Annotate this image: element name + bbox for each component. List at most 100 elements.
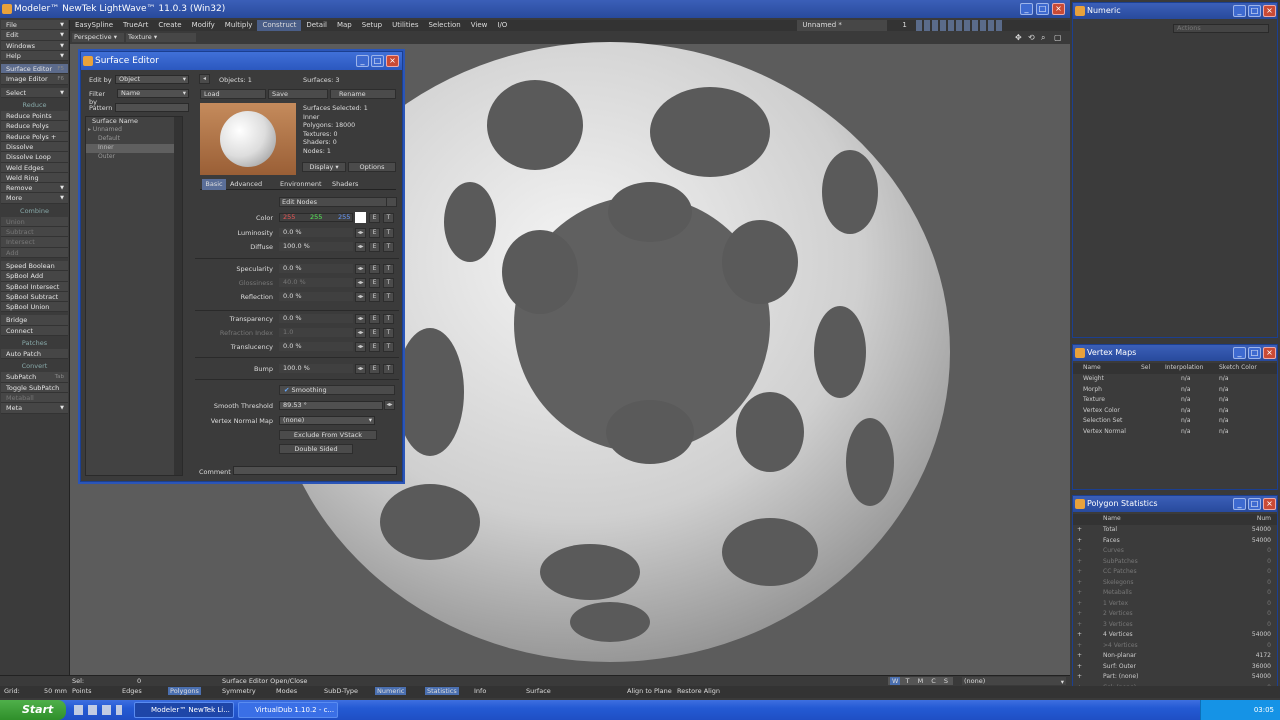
tab-view[interactable]: View [466,20,493,31]
remove-menu[interactable]: Remove ▼ [1,183,68,194]
edit-nodes-button[interactable]: Edit Nodes [279,197,387,207]
vmaps-minimize-button[interactable]: _ [1233,347,1246,359]
param-input[interactable]: 0.0 % [279,228,353,237]
pstats-maximize-button[interactable]: □ [1248,498,1261,510]
tab-selection[interactable]: Selection [423,20,465,31]
pstat-row[interactable]: + Faces 54000 [1073,536,1277,547]
pstat-row[interactable]: + Total 54000 [1073,525,1277,536]
dissolve-loop-button[interactable]: Dissolve Loop [1,152,68,163]
exclude-vstack-button[interactable]: Exclude From VStack [279,430,377,440]
color-env-button[interactable]: E [369,213,380,223]
image-editor-button[interactable]: Image Editor F6 [1,74,68,85]
statistics-button[interactable]: Statistics [425,687,459,695]
param-stepper[interactable]: ◂▸ [355,342,366,352]
tab-basic[interactable]: Basic [202,179,226,190]
speed-boolean-button[interactable]: Speed Boolean [1,260,68,272]
connect-button[interactable]: Connect [1,325,68,337]
param-input[interactable]: 0.0 % [279,292,353,301]
surface-tree-inner[interactable]: Inner [86,144,182,153]
numeric-minimize-button[interactable]: _ [1233,5,1246,17]
points-mode[interactable]: Points [72,687,92,695]
spbool-union-button[interactable]: SpBool Union [1,302,68,313]
list-scrollbar[interactable] [174,117,182,475]
filter-by-select[interactable]: Name ▾ [117,89,189,98]
add-button[interactable]: Add [1,247,68,258]
param-tex-button[interactable]: T [383,292,394,302]
param-env-button[interactable]: E [369,264,380,274]
param-tex-button[interactable]: T [383,364,394,374]
param-input[interactable]: 40.0 % [279,278,353,287]
param-env-button[interactable]: E [369,228,380,238]
pattern-input[interactable] [115,103,189,112]
vmaps-close-button[interactable]: × [1263,347,1276,359]
comment-input[interactable] [233,466,397,475]
toggle-subpatch-button[interactable]: Toggle SubPatch [1,382,68,393]
subtract-button[interactable]: Subtract [1,227,68,238]
color-swatch[interactable] [355,212,366,223]
param-tex-button[interactable]: T [383,228,394,238]
tab-io[interactable]: I/O [492,20,512,31]
modes-menu[interactable]: Modes [276,687,297,695]
param-env-button[interactable]: E [369,364,380,374]
edit-menu[interactable]: Edit ▼ [1,30,68,41]
param-input[interactable]: 100.0 % [279,364,353,373]
param-input[interactable]: 0.0 % [279,314,353,323]
pstat-row[interactable]: + Part: (none) 54000 [1073,672,1277,683]
reduce-polys-plus-button[interactable]: Reduce Polys + [1,131,68,142]
param-stepper[interactable]: ◂▸ [355,228,366,238]
param-input[interactable]: 0.0 % [279,342,353,351]
layer-buttons[interactable] [915,20,1004,31]
bridge-button[interactable]: Bridge [1,315,68,326]
param-tex-button[interactable]: T [383,278,394,288]
rename-button[interactable]: Rename [330,89,396,99]
tab-advanced[interactable]: Advanced [230,179,262,190]
close-button[interactable]: × [1052,3,1065,15]
status-none-select[interactable]: (none) ▾ [962,677,1066,686]
options-button[interactable]: Options [348,162,396,172]
vmap-row[interactable]: Vertex Color n/a n/a [1073,406,1277,417]
minimize-button[interactable]: _ [1020,3,1033,15]
color-values[interactable]: 255 255 255 [279,213,353,222]
restore-align-button[interactable]: Restore Align [677,687,720,695]
windows-menu[interactable]: Windows ▼ [1,40,68,51]
task-virtualdub[interactable]: VirtualDub 1.10.2 - c... [238,702,338,718]
display-select[interactable]: Display ▾ [302,162,346,172]
tab-detail[interactable]: Detail [301,20,332,31]
vmap-row[interactable]: Vertex Normal n/a n/a [1073,427,1277,438]
subpatch-button[interactable]: SubPatch Tab [1,372,68,383]
spbool-intersect-button[interactable]: SpBool Intersect [1,281,68,292]
vmaps-maximize-button[interactable]: □ [1248,347,1261,359]
tab-easyspline[interactable]: EasySpline [70,20,118,31]
wtmcs-buttons[interactable]: W T M C S [888,677,954,685]
se-close-button[interactable]: × [386,55,399,67]
param-stepper[interactable]: ◂▸ [355,278,366,288]
vnm-select[interactable]: (none) ▾ [279,416,375,425]
edit-by-select[interactable]: Object ▾ [115,75,189,84]
help-menu[interactable]: Help ▼ [1,50,68,62]
param-tex-button[interactable]: T [383,342,394,352]
vmap-row[interactable]: Texture n/a n/a [1073,395,1277,406]
smooth-threshold-input[interactable]: 89.53 ° [279,401,383,410]
pstat-row[interactable]: + SubPatches 0 [1073,557,1277,568]
edit-nodes-extra[interactable] [386,197,397,207]
file-menu[interactable]: File ▼ [1,20,68,31]
param-env-button[interactable]: E [369,328,380,338]
surface-editor-titlebar[interactable]: Surface Editor _ □ × [81,52,402,70]
auto-patch-button[interactable]: Auto Patch [1,349,68,360]
pstat-row[interactable]: +4 Vertices 54000 [1073,630,1277,641]
weld-ring-button[interactable]: Weld Ring [1,172,68,184]
param-env-button[interactable]: E [369,342,380,352]
param-input[interactable]: 0.0 % [279,264,353,273]
param-tex-button[interactable]: T [383,242,394,252]
meta-menu[interactable]: Meta ▼ [1,403,68,414]
tab-map[interactable]: Map [332,20,357,31]
quicklaunch-icons[interactable] [74,705,122,715]
spbool-add-button[interactable]: SpBool Add [1,271,68,282]
pstats-minimize-button[interactable]: _ [1233,498,1246,510]
smooth-threshold-stepper[interactable]: ◂▸ [384,400,395,410]
pstat-row[interactable]: + Curves 0 [1073,546,1277,557]
task-modeler[interactable]: Modeler™ NewTek Li... [134,702,234,718]
param-stepper[interactable]: ◂▸ [355,264,366,274]
align-to-plane-button[interactable]: Align to Plane [627,687,672,695]
tab-trueart[interactable]: TrueArt [118,20,153,31]
